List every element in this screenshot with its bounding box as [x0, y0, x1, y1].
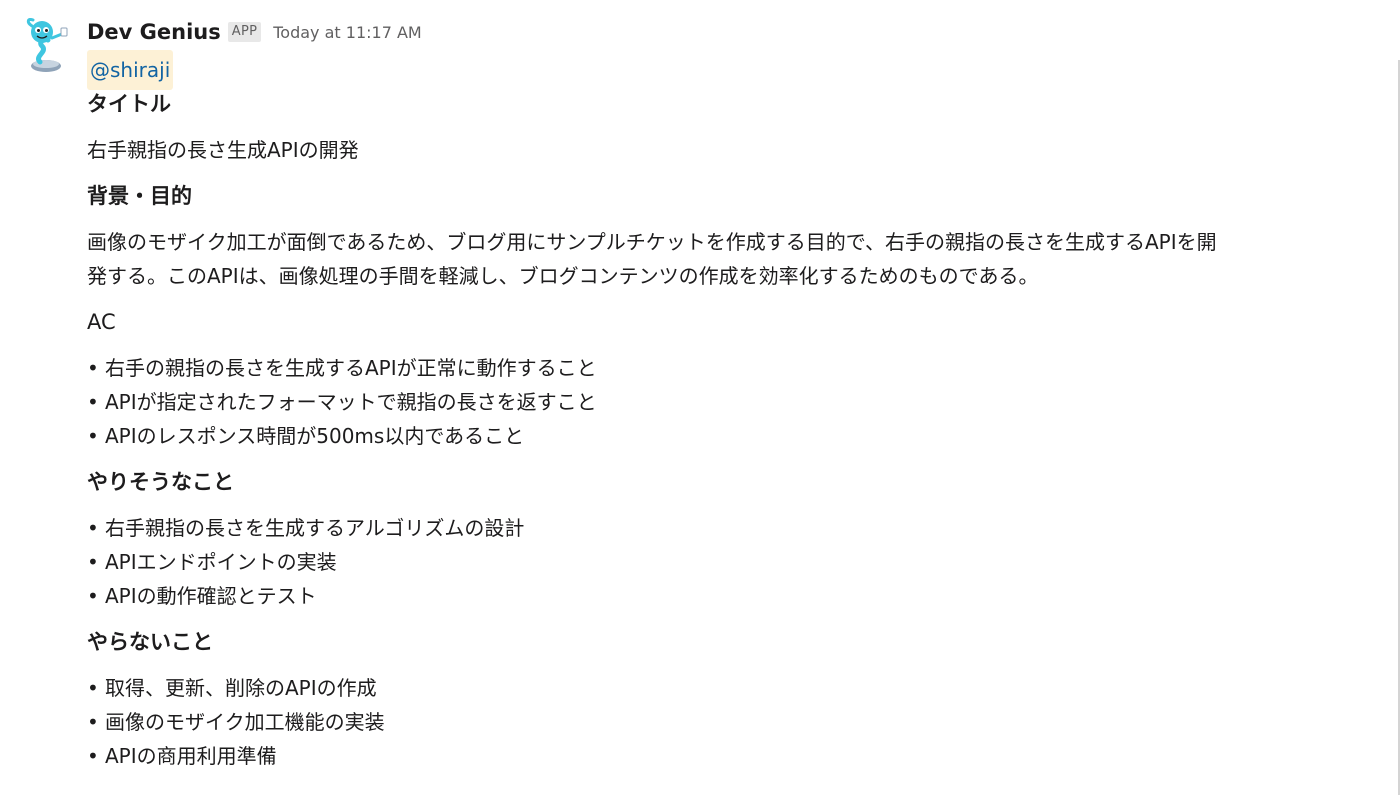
list-item: • APIエンドポイントの実装	[87, 545, 1397, 579]
background-paragraph-line-1: 画像のモザイク加工が面倒であるため、ブログ用にサンプルチケットを作成する目的で、…	[87, 230, 1217, 254]
background-paragraph-line-2: 発する。このAPIは、画像処理の手間を軽減し、ブログコンテンツの作成を効率化する…	[87, 264, 1039, 288]
background-paragraph: 画像のモザイク加工が面倒であるため、ブログ用にサンプルチケットを作成する目的で、…	[87, 225, 1397, 293]
chat-message: Dev Genius APP Today at 11:17 AM @shiraj…	[0, 0, 1400, 795]
section-title-title: タイトル	[87, 92, 171, 116]
ac-list: • 右手の親指の長さを生成するAPIが正常に動作すること • APIが指定されたフォ…	[87, 351, 1397, 453]
todo-list: • 右手親指の長さを生成するアルゴリズムの設計 • APIエンドポイントの実装 • A…	[87, 511, 1397, 613]
list-item: • APIの動作確認とテスト	[87, 579, 1397, 613]
section-title-background: 背景・目的	[87, 184, 192, 208]
title-paragraph: 右手親指の長さ生成APIの開発	[87, 138, 359, 162]
bullet-icon: •	[87, 356, 99, 380]
message-header: Dev Genius APP Today at 11:17 AM	[87, 14, 1397, 50]
section-title-not-todo: やらないこと	[87, 630, 213, 654]
message-timestamp[interactable]: Today at 11:17 AM	[273, 23, 421, 42]
sender-name[interactable]: Dev Genius	[87, 20, 221, 44]
list-item: • APIの商用利用準備	[87, 739, 1397, 773]
bullet-icon: •	[87, 390, 99, 414]
list-item: • 取得、更新、削除のAPIの作成	[87, 671, 1397, 705]
user-mention[interactable]: @shiraji	[87, 50, 174, 90]
app-badge: APP	[227, 22, 262, 42]
bullet-icon: •	[87, 516, 99, 540]
list-item: • APIのレスポンス時間が500ms以内であること	[87, 419, 1397, 453]
list-item: • APIが指定されたフォーマットで親指の長さを返すこと	[87, 385, 1397, 419]
bullet-icon: •	[87, 710, 99, 734]
message-content: Dev Genius APP Today at 11:17 AM @shiraj…	[87, 14, 1397, 785]
bullet-icon: •	[87, 744, 99, 768]
genie-bot-avatar-icon[interactable]	[18, 16, 74, 76]
list-item: • 右手親指の長さを生成するアルゴリズムの設計	[87, 511, 1397, 545]
section-title-ac: AC	[87, 310, 116, 334]
bullet-icon: •	[87, 550, 99, 574]
bullet-icon: •	[87, 584, 99, 608]
message-body: @shiraji タイトル 右手親指の長さ生成APIの開発 背景・目的 画像のモ…	[87, 50, 1397, 773]
section-title-todo: やりそうなこと	[87, 470, 234, 494]
bullet-icon: •	[87, 676, 99, 700]
bullet-icon: •	[87, 424, 99, 448]
not-todo-list: • 取得、更新、削除のAPIの作成 • 画像のモザイク加工機能の実装 • APIの商用…	[87, 671, 1397, 773]
list-item: • 画像のモザイク加工機能の実装	[87, 705, 1397, 739]
list-item: • 右手の親指の長さを生成するAPIが正常に動作すること	[87, 351, 1397, 385]
